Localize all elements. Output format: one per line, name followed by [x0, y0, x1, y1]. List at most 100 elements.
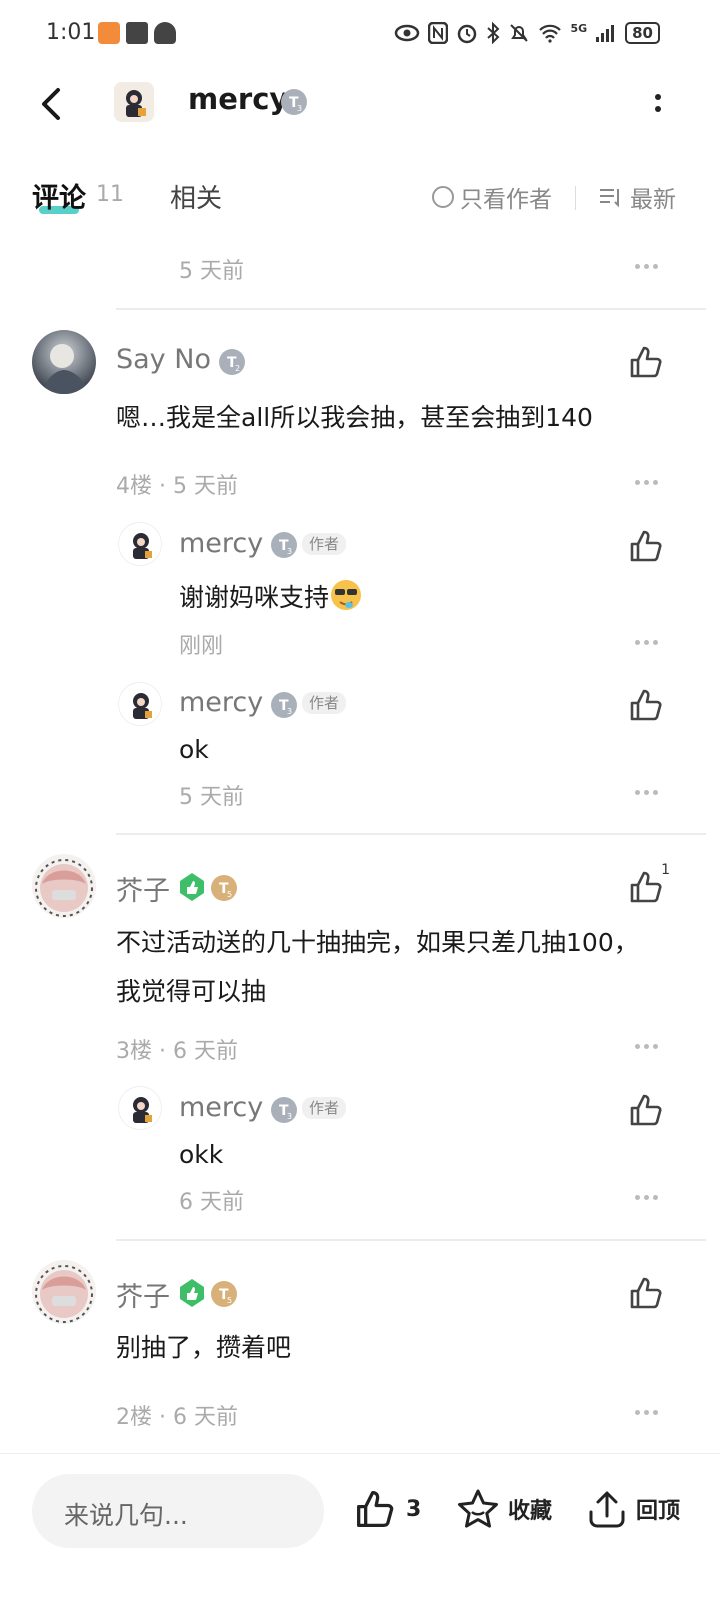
- user-avatar[interactable]: [32, 330, 96, 394]
- comment-separator: [116, 308, 706, 310]
- level-badge-icon: T5: [211, 1281, 237, 1307]
- comment-text-line-1: 不过活动送的几十抽抽完，如果只差几抽100，: [116, 928, 639, 957]
- user-avatar[interactable]: [32, 854, 96, 918]
- comment-meta: 5 天前: [179, 259, 244, 284]
- reply-avatar[interactable]: [118, 1086, 162, 1130]
- comment-more-button[interactable]: [635, 264, 658, 269]
- comment-meta: 4楼 · 5 天前: [116, 474, 238, 499]
- svg-text:2: 2: [235, 364, 240, 373]
- more-options-button[interactable]: [648, 86, 668, 120]
- author-avatar[interactable]: [114, 82, 154, 122]
- comment-text-line-2: 我觉得可以抽: [116, 977, 267, 1006]
- radio-icon: [432, 186, 454, 208]
- signal-icon: [596, 25, 615, 42]
- svg-text:5: 5: [227, 1296, 232, 1305]
- header: mercy T3: [0, 68, 720, 138]
- divider: [575, 186, 576, 210]
- reply-text: ok: [179, 735, 209, 764]
- app-notification-icon: [98, 22, 120, 44]
- tab-related[interactable]: 相关: [170, 178, 222, 215]
- star-icon: [458, 1489, 498, 1528]
- thumbs-up-icon: [357, 1491, 394, 1527]
- comment-separator: [116, 1239, 706, 1241]
- comment-more-button[interactable]: [635, 1410, 658, 1415]
- back-button[interactable]: [32, 78, 76, 128]
- reply-meta: 5 天前: [179, 785, 244, 810]
- svg-text:5: 5: [227, 890, 232, 899]
- reply-text: okk: [179, 1140, 224, 1169]
- wifi-icon: [539, 24, 562, 43]
- reply-more-button[interactable]: [635, 1195, 658, 1200]
- eye-icon: [395, 24, 420, 42]
- reply-avatar[interactable]: [118, 522, 162, 566]
- bottom-action-bar: 来说几句... 3 收藏 回顶: [0, 1453, 720, 1600]
- nfc-icon: [428, 22, 449, 44]
- author-tag: 作者: [302, 533, 347, 555]
- chevron-left-icon: [42, 88, 60, 120]
- like-button[interactable]: [628, 687, 664, 723]
- svg-text:3: 3: [287, 1112, 292, 1121]
- favorite-button[interactable]: 收藏: [456, 1488, 552, 1530]
- svg-text:3: 3: [297, 104, 302, 113]
- like-button[interactable]: [628, 1092, 664, 1128]
- back-to-top-button[interactable]: 回顶: [586, 1488, 680, 1530]
- post-like-button[interactable]: 3: [354, 1488, 421, 1530]
- like-button[interactable]: [628, 528, 664, 564]
- reply-username[interactable]: mercy: [179, 528, 263, 559]
- comment-input[interactable]: 来说几句...: [32, 1474, 324, 1548]
- level-badge-icon: T2: [219, 349, 245, 375]
- comment-meta: 2楼 · 6 天前: [116, 1405, 238, 1430]
- like-button[interactable]: [628, 869, 664, 905]
- comment-more-button[interactable]: [635, 480, 658, 485]
- system-icons: 5G 80: [394, 22, 660, 44]
- author-tag: 作者: [302, 1097, 347, 1119]
- comment-username[interactable]: 芥子: [116, 869, 170, 908]
- like-button[interactable]: [628, 344, 664, 380]
- network-type: 5G: [570, 21, 588, 35]
- svg-text:3: 3: [287, 547, 292, 556]
- upload-arrow-icon: [589, 1491, 625, 1528]
- author-name[interactable]: mercy: [188, 82, 288, 116]
- sort-icon: [600, 189, 619, 208]
- level-badge-icon: T3: [271, 692, 297, 718]
- comment-tabs: 评论 11 相关 只看作者 最新: [0, 168, 720, 224]
- mute-icon: [510, 24, 529, 42]
- reply-meta: 6 天前: [179, 1190, 244, 1215]
- level-badge-icon: T3: [271, 1097, 297, 1123]
- comment-more-button[interactable]: [635, 1044, 658, 1049]
- sort-label: 最新: [630, 187, 676, 213]
- level-badge-icon: T3: [271, 532, 297, 558]
- favorite-label: 收藏: [508, 1499, 553, 1524]
- reply-more-button[interactable]: [635, 790, 658, 795]
- author-tag: 作者: [302, 692, 347, 714]
- like-button[interactable]: [628, 1275, 664, 1311]
- thumbs-up-icon: [630, 346, 662, 378]
- reply-avatar[interactable]: [118, 682, 162, 726]
- reply-username[interactable]: mercy: [179, 1092, 263, 1123]
- tab-comments[interactable]: 评论: [32, 176, 86, 215]
- status-bar: 1:01 5G 80: [0, 0, 720, 68]
- comment-text: 别抽了，攒着吧: [116, 1333, 292, 1362]
- level-badge-icon: T3: [281, 89, 307, 115]
- notification-icons: [98, 22, 176, 44]
- thumbs-up-icon: [630, 871, 662, 903]
- sort-button[interactable]: 最新: [598, 180, 676, 214]
- comment-separator: [116, 833, 706, 835]
- back-to-top-label: 回顶: [636, 1499, 681, 1524]
- comment-username[interactable]: Say No: [116, 344, 211, 375]
- like-count: 1: [661, 862, 670, 878]
- author-only-toggle[interactable]: 只看作者: [432, 180, 552, 214]
- author-only-label: 只看作者: [460, 187, 552, 213]
- comment-username[interactable]: 芥子: [116, 1275, 170, 1314]
- gift-icon: [126, 22, 148, 44]
- thumbs-up-icon: [630, 1277, 662, 1309]
- user-avatar[interactable]: [32, 1260, 96, 1324]
- thumbs-up-icon: [630, 530, 662, 562]
- alarm-icon: [458, 24, 477, 44]
- bluetooth-icon: [487, 22, 500, 44]
- post-like-count: 3: [406, 1496, 422, 1522]
- reply-text: 谢谢妈咪支持: [179, 574, 363, 622]
- reply-more-button[interactable]: [635, 640, 658, 645]
- status-time: 1:01: [46, 20, 96, 45]
- reply-username[interactable]: mercy: [179, 687, 263, 718]
